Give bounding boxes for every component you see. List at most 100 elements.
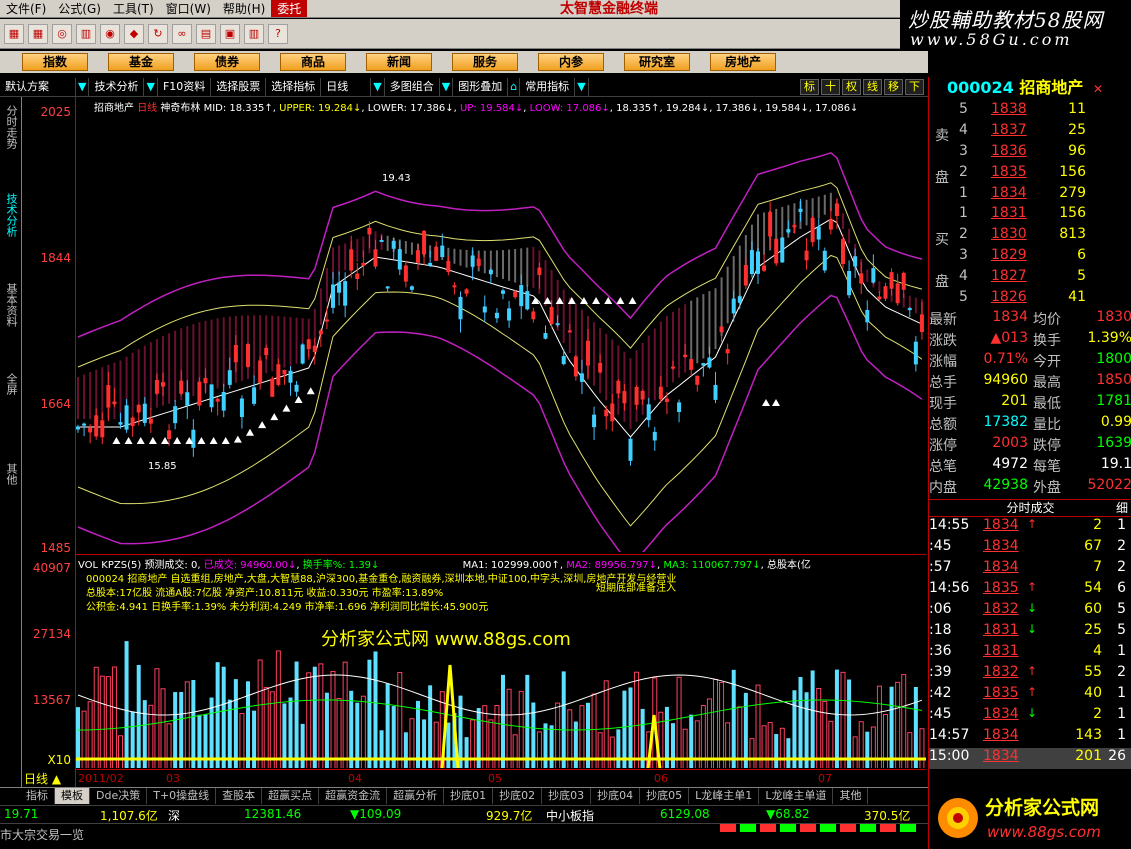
scheme-select[interactable]: 默认方案 xyxy=(0,77,76,96)
tab-fullscreen[interactable]: 全屏 xyxy=(4,373,18,395)
tab-technical[interactable]: 技术分析 xyxy=(4,193,18,237)
dropdown-icon[interactable]: ▼ xyxy=(440,77,454,96)
dropdown-icon[interactable]: ▼ xyxy=(371,77,385,96)
overlay[interactable]: 图形叠加 xyxy=(453,77,509,96)
dropdown-icon[interactable]: ▼ xyxy=(76,77,90,96)
help-icon[interactable]: ? xyxy=(268,23,288,44)
tab-bottom01[interactable]: 抄底01 xyxy=(444,788,494,804)
tab-fundamental[interactable]: 基本资料 xyxy=(4,283,18,327)
book-price[interactable]: 1835 xyxy=(991,164,1027,180)
book-price[interactable]: 1827 xyxy=(991,268,1027,284)
ticker-sme[interactable]: 中小板指 xyxy=(546,807,594,824)
tick-row[interactable]: :39 1832 ↑ 55 2 xyxy=(929,664,1131,685)
tab-indicator[interactable]: 指标 xyxy=(20,788,55,804)
book-price[interactable]: 1838 xyxy=(991,101,1027,117)
nav-index[interactable]: 指数 xyxy=(22,53,88,71)
menu-window[interactable]: 窗口(W) xyxy=(160,0,217,17)
book-row[interactable]: 3 1836 96 xyxy=(929,143,1131,164)
tab-other[interactable]: 其他 xyxy=(4,463,18,485)
tick-row[interactable]: 14:56 1835 ↑ 54 6 xyxy=(929,580,1131,601)
period-select[interactable]: 日线 xyxy=(321,77,372,96)
refresh-icon[interactable]: ↻ xyxy=(148,23,168,44)
chart-icon[interactable]: ▥ xyxy=(76,23,96,44)
tick-row[interactable]: :45 1834 67 2 xyxy=(929,538,1131,559)
tab-buypoint[interactable]: 超赢买点 xyxy=(262,788,320,804)
book-price[interactable]: 1831 xyxy=(991,205,1027,221)
book-row[interactable]: 2 1830 813 xyxy=(929,226,1131,247)
nav-research[interactable]: 研究室 xyxy=(624,53,690,71)
tab-dragon1[interactable]: L龙峰主单1 xyxy=(689,788,760,804)
select-stock[interactable]: 选择股票 xyxy=(211,77,267,96)
volume-chart[interactable]: VOL KPZS(5) 预测成交: 0, 已成交: 94960.00↓, 换手率… xyxy=(76,554,926,768)
tick-row[interactable]: :57 1834 7 2 xyxy=(929,559,1131,580)
move-button[interactable]: 移 xyxy=(884,78,903,95)
menu-file[interactable]: 文件(F) xyxy=(0,0,52,17)
book-row[interactable]: 5 1838 11 xyxy=(929,101,1131,122)
dropdown-icon[interactable]: ▼ xyxy=(575,77,589,96)
menu-formula[interactable]: 公式(G) xyxy=(52,0,107,17)
tab-template[interactable]: 模板 xyxy=(55,788,90,804)
tick-row[interactable]: :45 1834 ↓ 2 1 xyxy=(929,706,1131,727)
tick-row[interactable]: :36 1831 4 1 xyxy=(929,643,1131,664)
tab-other2[interactable]: 其他 xyxy=(833,788,869,804)
tick-row[interactable]: :06 1832 ↓ 60 5 xyxy=(929,601,1131,622)
book-row[interactable]: 1 1831 156 xyxy=(929,205,1131,226)
ticks-detail[interactable]: 细 xyxy=(1116,500,1128,516)
tab-analysis[interactable]: 超赢分析 xyxy=(387,788,445,804)
f10-info[interactable]: F10资料 xyxy=(158,77,212,96)
books-icon[interactable]: ▥ xyxy=(244,23,264,44)
nav-realestate[interactable]: 房地产 xyxy=(710,53,776,71)
quote-title[interactable]: 000024 招商地产 ✕ xyxy=(929,77,1131,99)
tab-bottom02[interactable]: 抄底02 xyxy=(493,788,543,804)
nav-service[interactable]: 服务 xyxy=(452,53,518,71)
print-icon[interactable]: ▤ xyxy=(196,23,216,44)
book-price[interactable]: 1830 xyxy=(991,226,1027,242)
tab-t0[interactable]: T+0操盘线 xyxy=(147,788,217,804)
binoculars-icon[interactable]: ◎ xyxy=(52,23,72,44)
book-price[interactable]: 1836 xyxy=(991,143,1027,159)
close-icon[interactable]: ✕ xyxy=(1093,82,1103,96)
dropdown-icon[interactable]: ▼ xyxy=(144,77,158,96)
diamond-icon[interactable]: ◆ xyxy=(124,23,144,44)
book-price[interactable]: 1837 xyxy=(991,122,1027,138)
flag2-icon[interactable]: ▦ xyxy=(28,23,48,44)
tick-row[interactable]: 14:57 1834 143 1 xyxy=(929,727,1131,748)
book-row[interactable]: 5 1826 41 xyxy=(929,289,1131,310)
nav-commodity[interactable]: 商品 xyxy=(280,53,346,71)
kline-chart[interactable]: 招商地产 日线 神奇布林 MID: 18.335↑, UPPER: 19.284… xyxy=(76,97,926,552)
next-button[interactable]: 下 xyxy=(905,78,924,95)
tab-intraday[interactable]: 分时走势 xyxy=(4,105,18,149)
menu-trade[interactable]: 委托 xyxy=(271,0,308,17)
tab-dde[interactable]: Dde决策 xyxy=(90,788,148,804)
tab-capitalflow[interactable]: 超赢资金流 xyxy=(319,788,388,804)
rights-button[interactable]: 权 xyxy=(842,78,861,95)
nav-insider[interactable]: 内参 xyxy=(538,53,604,71)
book-price[interactable]: 1834 xyxy=(991,185,1027,201)
book-row[interactable]: 1 1834 279 xyxy=(929,185,1131,206)
line-button[interactable]: 线 xyxy=(863,78,882,95)
tab-shares[interactable]: 查股本 xyxy=(216,788,263,804)
crosshair-button[interactable]: 十 xyxy=(821,78,840,95)
tick-row[interactable]: :42 1835 ↑ 40 1 xyxy=(929,685,1131,706)
book-row[interactable]: 4 1827 5 xyxy=(929,268,1131,289)
ticks-header[interactable]: 分时成交 细 xyxy=(929,499,1131,517)
lock-icon[interactable]: ⌂ xyxy=(508,77,521,96)
window-icon[interactable]: ▣ xyxy=(220,23,240,44)
status-text[interactable]: 市大宗交易一览 xyxy=(0,826,84,843)
tab-bottom03[interactable]: 抄底03 xyxy=(542,788,592,804)
tab-bottom04[interactable]: 抄底04 xyxy=(591,788,641,804)
ticker-market[interactable]: 深 xyxy=(168,807,180,824)
select-indicator[interactable]: 选择指标 xyxy=(266,77,322,96)
tick-row[interactable]: 15:00 1834 201 26 xyxy=(929,748,1131,769)
flag-icon[interactable]: ▦ xyxy=(4,23,24,44)
mark-button[interactable]: 标 xyxy=(800,78,819,95)
menu-tools[interactable]: 工具(T) xyxy=(107,0,160,17)
menu-help[interactable]: 帮助(H) xyxy=(217,0,271,17)
common-indicator[interactable]: 常用指标 xyxy=(520,77,576,96)
period-label[interactable]: 日线 ▲ xyxy=(22,770,76,786)
multi-chart[interactable]: 多图组合 xyxy=(385,77,440,96)
book-row[interactable]: 2 1835 156 xyxy=(929,164,1131,185)
book-price[interactable]: 1826 xyxy=(991,289,1027,305)
book-row[interactable]: 4 1837 25 xyxy=(929,122,1131,143)
book-row[interactable]: 3 1829 6 xyxy=(929,247,1131,268)
